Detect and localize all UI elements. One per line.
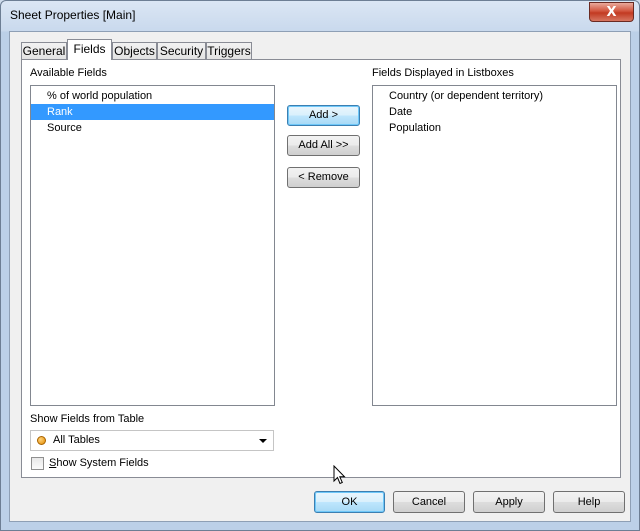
apply-button[interactable]: Apply bbox=[473, 491, 545, 513]
add-all-button[interactable]: Add All >> bbox=[287, 135, 360, 156]
list-item[interactable]: Source bbox=[31, 120, 274, 136]
available-fields-label: Available Fields bbox=[30, 67, 107, 79]
chevron-down-icon[interactable] bbox=[259, 439, 267, 443]
close-button[interactable]: X bbox=[589, 2, 634, 22]
list-item[interactable]: Date bbox=[373, 104, 616, 120]
cancel-button[interactable]: Cancel bbox=[393, 491, 465, 513]
mouse-pointer-icon bbox=[333, 465, 346, 485]
tab-objects[interactable]: Objects bbox=[112, 42, 157, 59]
window-title: Sheet Properties [Main] bbox=[10, 8, 136, 22]
system-fields-text: how System Fields bbox=[56, 457, 149, 469]
title-bar[interactable]: Sheet Properties [Main] X bbox=[1, 1, 639, 31]
list-item[interactable]: Population bbox=[373, 120, 616, 136]
remove-button[interactable]: < Remove bbox=[287, 167, 360, 188]
fields-tab-panel: Available Fields % of world population R… bbox=[21, 59, 621, 478]
ok-button[interactable]: OK bbox=[314, 491, 385, 513]
displayed-fields-list[interactable]: Country (or dependent territory) Date Po… bbox=[372, 85, 617, 406]
show-fields-label: Show Fields from Table bbox=[30, 413, 145, 425]
table-dot-icon bbox=[37, 436, 46, 445]
tab-triggers[interactable]: Triggers bbox=[206, 42, 252, 59]
list-item[interactable]: % of world population bbox=[31, 88, 274, 104]
list-item[interactable]: Country (or dependent territory) bbox=[373, 88, 616, 104]
add-button[interactable]: Add > bbox=[287, 105, 360, 126]
table-select[interactable]: All Tables bbox=[30, 430, 274, 451]
table-select-value: All Tables bbox=[53, 434, 100, 446]
available-fields-list[interactable]: % of world population Rank Source bbox=[30, 85, 275, 406]
close-icon: X bbox=[606, 5, 617, 20]
tab-fields[interactable]: Fields bbox=[67, 39, 112, 60]
list-item-selected[interactable]: Rank bbox=[31, 104, 274, 120]
displayed-fields-label: Fields Displayed in Listboxes bbox=[372, 67, 514, 79]
show-system-fields-checkbox[interactable] bbox=[31, 457, 44, 470]
tab-security[interactable]: Security bbox=[157, 42, 206, 59]
dialog-window: Sheet Properties [Main] X General Fields… bbox=[0, 0, 640, 531]
dialog-client: General Fields Objects Security Triggers… bbox=[9, 31, 631, 522]
tab-general[interactable]: General bbox=[21, 42, 67, 59]
help-button[interactable]: Help bbox=[553, 491, 625, 513]
show-system-fields-label: Show System Fields bbox=[49, 457, 149, 469]
